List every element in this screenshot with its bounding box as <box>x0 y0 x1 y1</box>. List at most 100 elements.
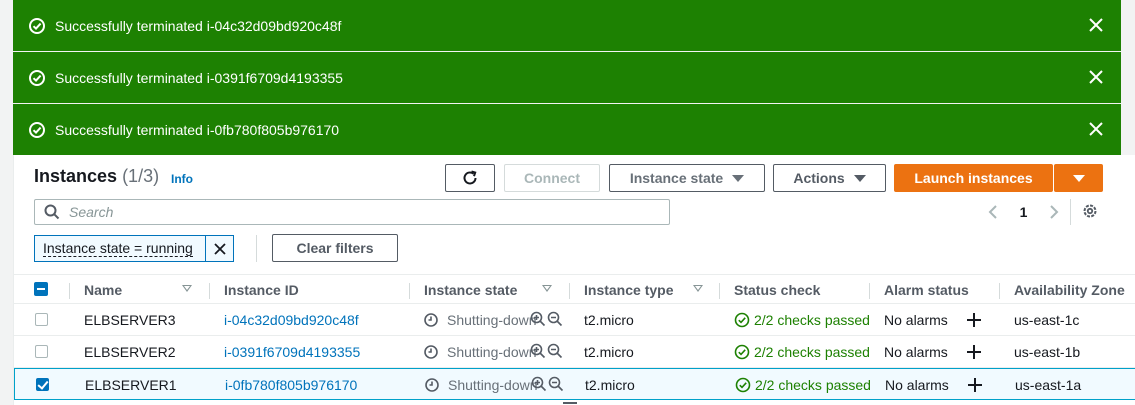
status-check[interactable]: 2/2 checks passed <box>754 344 870 360</box>
status-check[interactable]: 2/2 checks passed <box>755 377 871 393</box>
sort-icon[interactable] <box>542 285 552 292</box>
instance-state-cell: Shutting-down <box>423 304 539 334</box>
filter-token-text: Instance state = running <box>43 240 193 257</box>
chevron-left-icon[interactable] <box>986 204 1000 220</box>
search-input[interactable]: Search <box>34 199 670 225</box>
launch-instances-button[interactable]: Launch instances <box>894 164 1053 192</box>
column-divider <box>409 283 410 299</box>
clock-icon <box>424 313 438 327</box>
column-alarm-status[interactable]: Alarm status <box>884 282 969 298</box>
gear-icon[interactable] <box>1081 202 1099 220</box>
add-alarm-icon[interactable] <box>966 312 982 328</box>
add-alarm-icon[interactable] <box>966 344 982 360</box>
clear-filters-button[interactable]: Clear filters <box>272 234 398 262</box>
table-row[interactable]: ELBSERVER1 i-0fb780f805b976170 Shutting-… <box>14 368 1135 400</box>
zoom-in-icon[interactable] <box>530 311 546 327</box>
instance-id-link[interactable]: i-0fb780f805b976170 <box>225 377 357 393</box>
filter-token[interactable]: Instance state = running <box>34 235 234 262</box>
instances-panel: Instances (1/3) Info Connect Instance st… <box>13 155 1135 405</box>
close-icon[interactable] <box>1088 69 1104 85</box>
search-placeholder: Search <box>69 204 114 220</box>
status-check[interactable]: 2/2 checks passed <box>754 312 870 328</box>
table-row[interactable]: ELBSERVER2 i-0391f6709d4193355 Shutting-… <box>14 336 1135 368</box>
remove-filter-button[interactable] <box>206 236 233 261</box>
info-link[interactable]: Info <box>171 172 193 186</box>
table-header: Name Instance ID Instance state Instance… <box>14 274 1135 304</box>
column-divider <box>869 283 870 299</box>
instance-state-label: Instance state <box>629 170 724 186</box>
sort-icon[interactable] <box>693 285 703 292</box>
zoom-in-icon[interactable] <box>531 376 547 392</box>
select-all-checkbox[interactable] <box>34 282 48 296</box>
instance-count: (1/3) <box>122 166 160 186</box>
column-availability-zone[interactable]: Availability Zone <box>1014 282 1125 298</box>
launch-dropdown-button[interactable] <box>1054 164 1103 192</box>
instance-type: t2.micro <box>585 377 635 393</box>
column-divider <box>69 283 70 299</box>
row-checkbox[interactable] <box>36 378 49 391</box>
success-check-icon <box>29 69 45 86</box>
row-checkbox[interactable] <box>35 313 48 326</box>
left-margin <box>0 0 13 405</box>
instance-id-link[interactable]: i-04c32d09bd920c48f <box>224 312 359 328</box>
resize-handle[interactable] <box>563 402 577 404</box>
availability-zone: us-east-1c <box>1014 312 1080 328</box>
column-instance-state[interactable]: Instance state <box>424 282 517 298</box>
flash-success: Successfully terminated i-0fb780f805b976… <box>13 104 1121 155</box>
page-number[interactable]: 1 <box>1020 204 1028 220</box>
chevron-right-icon[interactable] <box>1047 204 1061 220</box>
caret-down-icon <box>732 174 745 182</box>
connect-button[interactable]: Connect <box>504 164 600 192</box>
close-icon[interactable] <box>1088 121 1104 137</box>
instance-state-text: Shutting-down <box>447 312 537 328</box>
clock-icon <box>425 378 439 392</box>
caret-down-icon <box>1072 174 1085 182</box>
column-instance-type[interactable]: Instance type <box>584 282 673 298</box>
close-icon[interactable] <box>1088 17 1104 33</box>
refresh-button[interactable] <box>445 164 495 192</box>
alarm-status: No alarms <box>884 312 948 328</box>
add-alarm-icon[interactable] <box>967 377 983 393</box>
column-name[interactable]: Name <box>84 282 122 298</box>
sort-icon[interactable] <box>182 285 192 292</box>
filter-token-label[interactable]: Instance state = running <box>35 236 206 261</box>
pagination: 1 <box>986 201 1061 223</box>
instance-id-link[interactable]: i-0391f6709d4193355 <box>224 344 360 360</box>
success-check-icon <box>29 121 45 138</box>
zoom-out-icon[interactable] <box>548 376 564 392</box>
check-circle-icon <box>735 377 751 393</box>
page-title: Instances (1/3) <box>34 166 159 187</box>
check-circle-icon <box>734 344 750 360</box>
availability-zone: us-east-1a <box>1015 377 1082 393</box>
column-divider <box>999 283 1000 299</box>
row-checkbox[interactable] <box>35 345 48 358</box>
flash-success: Successfully terminated i-0391f6709d4193… <box>13 52 1121 103</box>
actions-label: Actions <box>793 170 845 186</box>
success-check-icon <box>29 17 45 34</box>
table-row[interactable]: ELBSERVER3 i-04c32d09bd920c48f Shutting-… <box>14 304 1135 336</box>
zoom-in-icon[interactable] <box>530 343 546 359</box>
ec2-console: Successfully terminated i-04c32d09bd920c… <box>0 0 1135 405</box>
actions-button[interactable]: Actions <box>773 164 886 192</box>
instance-type: t2.micro <box>584 344 634 360</box>
availability-zone: us-east-1b <box>1014 344 1081 360</box>
flash-message: Successfully terminated i-0391f6709d4193… <box>55 69 343 86</box>
right-margin <box>1121 0 1135 155</box>
divider <box>256 235 257 262</box>
instance-name: ELBSERVER3 <box>84 312 176 328</box>
instance-state-text: Shutting-down <box>447 344 537 360</box>
close-icon <box>213 242 226 255</box>
connect-label: Connect <box>524 170 580 186</box>
column-status-check[interactable]: Status check <box>734 282 820 298</box>
column-divider <box>569 283 570 299</box>
search-icon <box>44 204 60 220</box>
instance-type: t2.micro <box>584 312 634 328</box>
zoom-out-icon[interactable] <box>547 311 563 327</box>
launch-label: Launch instances <box>914 170 1033 186</box>
column-divider <box>209 283 210 299</box>
column-instance-id[interactable]: Instance ID <box>224 282 299 298</box>
clear-filters-label: Clear filters <box>296 240 374 256</box>
refresh-icon <box>463 170 477 185</box>
zoom-out-icon[interactable] <box>547 343 563 359</box>
instance-state-button[interactable]: Instance state <box>609 164 765 192</box>
